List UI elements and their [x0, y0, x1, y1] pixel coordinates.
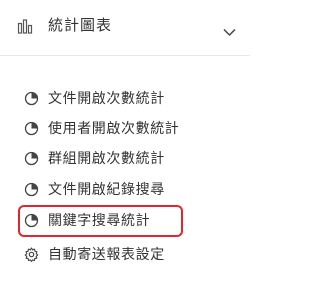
menu-item-document-open-count[interactable]: 文件開啟次數統計 [0, 84, 250, 114]
statistics-charts-header[interactable]: 統計圖表 [0, 0, 250, 56]
pie-chart-icon [24, 151, 39, 166]
menu-item-user-open-count[interactable]: 使用者開啟次數統計 [0, 114, 250, 144]
pie-chart-icon [24, 182, 39, 197]
menu-item-label: 關鍵字搜尋統計 [48, 213, 151, 229]
menu-item-label: 群組開啟次數統計 [48, 151, 165, 167]
section-title: 統計圖表 [48, 16, 113, 34]
menu-item-group-open-count[interactable]: 群組開啟次數統計 [0, 144, 250, 174]
menu-item-label: 使用者開啟次數統計 [48, 121, 180, 137]
chevron-down-icon[interactable] [223, 22, 236, 37]
menu-item-auto-report-settings[interactable]: 自動寄送報表設定 [0, 240, 250, 270]
menu-item-label: 自動寄送報表設定 [48, 247, 165, 263]
menu-item-keyword-search-stats[interactable]: 關鍵字搜尋統計 [0, 206, 250, 236]
pie-chart-icon [24, 91, 39, 106]
menu-item-label: 文件開啟次數統計 [48, 91, 165, 107]
statistics-menu-panel: 統計圖表 文件開啟次數統計 使用者開啟次數統計 群組開啟次數統計 文件開啟紀錄搜… [0, 0, 250, 288]
pie-chart-icon [24, 121, 39, 136]
bar-chart-icon [17, 18, 33, 34]
menu-item-document-open-log-search[interactable]: 文件開啟紀錄搜尋 [0, 175, 250, 205]
pie-chart-icon [24, 213, 39, 228]
menu-item-label: 文件開啟紀錄搜尋 [48, 182, 165, 198]
gear-icon [24, 247, 39, 263]
